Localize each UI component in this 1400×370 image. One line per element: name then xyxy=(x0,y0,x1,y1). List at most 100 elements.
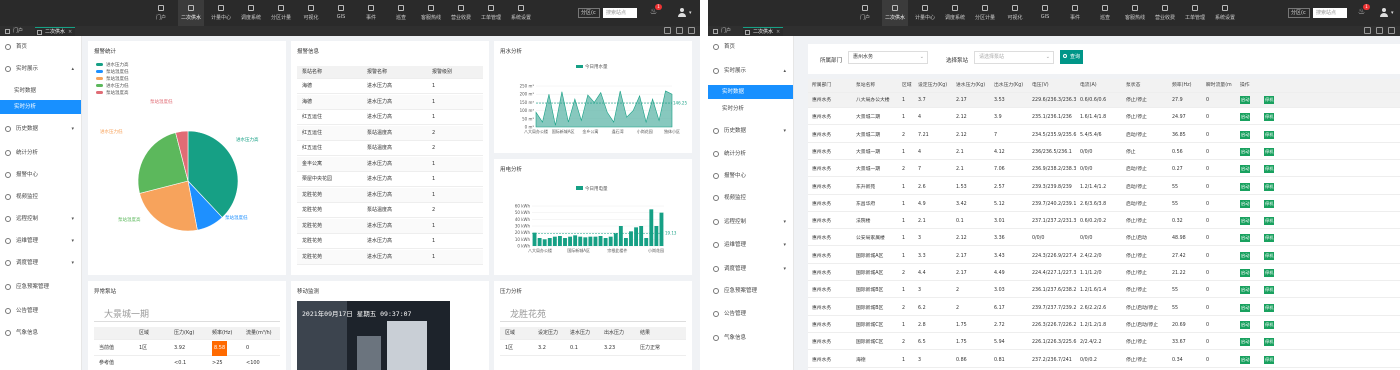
chevron-down-icon[interactable]: ▾ xyxy=(1391,10,1394,16)
table-row[interactable]: 红五运住 泵站温度高 2 xyxy=(297,125,483,141)
power-bar[interactable] xyxy=(547,238,552,246)
start-button[interactable]: 启动 xyxy=(1240,286,1251,295)
power-bar[interactable] xyxy=(613,233,618,246)
menu-home[interactable]: 首页 xyxy=(0,36,81,58)
tab-water-supply[interactable]: 二次供水 × xyxy=(35,27,76,36)
power-bar[interactable] xyxy=(588,236,593,246)
submenu-realtime-analysis[interactable]: 实时分析 xyxy=(708,102,793,116)
table-row[interactable]: 惠州水务 法院楼 1 2.1 0.1 3.01 237.1/237.2/231.3 0.6/0… xyxy=(808,214,1400,230)
nav-item[interactable]: 门户 xyxy=(852,0,878,26)
table-row[interactable]: 惠州水务 公安局家属楼 1 3 2.12 3.36 0/0/0 0/0/0 停止/启动 48.98… xyxy=(808,231,1400,247)
menu-bulletin[interactable]: 公告管理 xyxy=(0,300,81,322)
station-search-input[interactable]: 搜索站点 xyxy=(1313,8,1347,18)
stop-button[interactable]: 停机 xyxy=(1264,303,1275,312)
start-button[interactable]: 启动 xyxy=(1240,113,1251,122)
stop-button[interactable]: 停机 xyxy=(1264,338,1275,347)
close-all-icon[interactable] xyxy=(1388,27,1395,34)
close-icon[interactable]: × xyxy=(68,29,72,35)
nav-item[interactable]: 调度系统 xyxy=(942,0,968,26)
table-row[interactable]: 惠州水务 国际新城B区 1 3 2 3.03 236.1/237.6/238.2 1.2/1.… xyxy=(808,283,1400,299)
power-bar[interactable] xyxy=(623,238,628,246)
menu-remote[interactable]: 远程控制 ▾ xyxy=(0,208,81,230)
tab-home[interactable]: 门户 xyxy=(711,27,734,36)
power-bar[interactable] xyxy=(593,236,598,246)
nav-item[interactable]: 营业收费 xyxy=(1152,0,1178,26)
menu-video[interactable]: 视频监控 xyxy=(708,187,793,209)
power-bar[interactable] xyxy=(578,236,583,246)
nav-item[interactable]: 可视化 xyxy=(1002,0,1028,26)
start-button[interactable]: 启动 xyxy=(1240,199,1251,208)
table-row[interactable]: 惠州水务 国际新城C区 1 2.8 1.75 2.72 226.3/226.7/226.2 1… xyxy=(808,318,1400,333)
table-row[interactable]: 惠州水务 海德 1 3 0.86 0.81 237.2/236.7/241 0/0/0.2 停止… xyxy=(808,353,1400,368)
menu-history[interactable]: 历史数据 ▾ xyxy=(708,120,793,142)
power-bar[interactable] xyxy=(573,235,578,246)
stop-button[interactable]: 停机 xyxy=(1264,130,1275,139)
region-select[interactable]: 分区(c xyxy=(578,8,600,18)
table-row[interactable]: 龙胜花苑 进水压力高 1 xyxy=(297,187,483,203)
chevron-down-icon[interactable]: ▾ xyxy=(689,10,692,16)
table-row[interactable]: 惠州水务 国际新城A区 1 3.3 2.17 3.43 224.3/226.9/227.4 2… xyxy=(808,249,1400,264)
power-bar[interactable] xyxy=(654,226,659,246)
nav-item[interactable]: 巡查 xyxy=(1092,0,1118,26)
table-row[interactable]: 惠州水务 国际新城A区 2 4.4 2.17 4.49 224.4/227.1/227.3 1… xyxy=(808,266,1400,281)
start-button[interactable]: 启动 xyxy=(1240,320,1251,329)
menu-weather[interactable]: 气象信息 xyxy=(708,327,793,349)
stop-button[interactable]: 停机 xyxy=(1264,199,1275,208)
nav-item[interactable]: 事件 xyxy=(1062,0,1088,26)
stop-button[interactable]: 停机 xyxy=(1264,234,1275,243)
power-bar[interactable] xyxy=(659,212,664,246)
start-button[interactable]: 启动 xyxy=(1240,234,1251,243)
stop-button[interactable]: 停机 xyxy=(1264,147,1275,156)
stop-button[interactable]: 停机 xyxy=(1264,96,1275,104)
stop-button[interactable]: 停机 xyxy=(1264,165,1275,174)
nav-item[interactable]: GIS xyxy=(1032,0,1058,26)
table-row[interactable]: 惠州水务 国际新城C区 2 6.5 1.75 5.94 226.1/226.3/225.6 2… xyxy=(808,335,1400,351)
station-select[interactable]: 请选择泵站 ⌄ xyxy=(974,51,1054,64)
stop-button[interactable]: 停机 xyxy=(1264,217,1275,226)
stop-button[interactable]: 停机 xyxy=(1264,182,1275,191)
power-bar[interactable] xyxy=(552,236,557,246)
nav-item[interactable]: GIS xyxy=(328,0,354,26)
menu-dispatch[interactable]: 调度管理 ▾ xyxy=(708,258,793,280)
power-bar[interactable] xyxy=(532,232,537,246)
menu-stats[interactable]: 统计分析 xyxy=(708,143,793,165)
start-button[interactable]: 启动 xyxy=(1240,303,1251,312)
table-row[interactable]: 惠州水务 八大局办公大楼 1 3.7 2.17 3.53 229.6/236.3/236.3… xyxy=(808,93,1400,108)
nav-item[interactable]: 二次供水 xyxy=(882,0,908,26)
start-button[interactable]: 启动 xyxy=(1240,338,1251,347)
power-bar[interactable] xyxy=(603,238,608,246)
power-bar[interactable] xyxy=(542,239,547,246)
table-row[interactable]: 海德 进水压力高 1 xyxy=(297,79,483,94)
close-icon[interactable]: × xyxy=(776,29,780,35)
user-avatar-icon[interactable] xyxy=(1380,8,1388,17)
submenu-realtime-data[interactable]: 实时数据 xyxy=(708,85,793,99)
table-row[interactable]: 惠州水务 大景城一期 2 7 2.1 7.06 236.9/238.2/238.3 0/0/0… xyxy=(808,162,1400,178)
menu-history[interactable]: 历史数据 ▾ xyxy=(0,118,81,140)
start-button[interactable]: 启动 xyxy=(1240,130,1251,139)
table-row[interactable]: 红五运住 进水压力高 1 xyxy=(297,110,483,125)
table-row[interactable]: 惠州水务 大景城二期 2 7.21 2.12 7 234.5/235.9/235.6 5.4/… xyxy=(808,128,1400,143)
table-row[interactable]: 红五运住 泵站温度高 2 xyxy=(297,141,483,156)
menu-realtime[interactable]: 实时展示 ▴ xyxy=(708,60,793,82)
region-select[interactable]: 分区(c xyxy=(1288,8,1310,18)
menu-remote[interactable]: 远程控制 ▾ xyxy=(708,211,793,233)
start-button[interactable]: 启动 xyxy=(1240,147,1251,156)
nav-item[interactable]: 工单管理 xyxy=(478,0,504,26)
nav-item[interactable]: 门户 xyxy=(148,0,174,26)
menu-dispatch[interactable]: 调度管理 ▾ xyxy=(0,252,81,274)
power-bar[interactable] xyxy=(649,209,654,246)
power-bar[interactable] xyxy=(568,236,573,246)
menu-realtime[interactable]: 实时展示 ▴ xyxy=(0,58,81,80)
nav-item[interactable]: 二次供水 xyxy=(178,0,204,26)
power-bar[interactable] xyxy=(557,236,562,246)
table-row[interactable]: 龙胜花苑 进水压力高 1 xyxy=(297,249,483,265)
start-button[interactable]: 启动 xyxy=(1240,182,1251,191)
nav-item[interactable]: 系统设置 xyxy=(1212,0,1238,26)
power-bar[interactable] xyxy=(583,237,588,246)
stop-button[interactable]: 停机 xyxy=(1264,355,1275,364)
table-row[interactable]: 惠州水务 大景城一期 1 4 2.1 4.12 236/236.5/236.1 0/0/0 停止… xyxy=(808,145,1400,160)
table-row[interactable]: 龙胜花苑 进水压力高 1 xyxy=(297,234,483,249)
submenu-realtime-analysis[interactable]: 实时分析 xyxy=(0,100,81,114)
stop-button[interactable]: 停机 xyxy=(1264,320,1275,329)
nav-item[interactable]: 系统设置 xyxy=(508,0,534,26)
